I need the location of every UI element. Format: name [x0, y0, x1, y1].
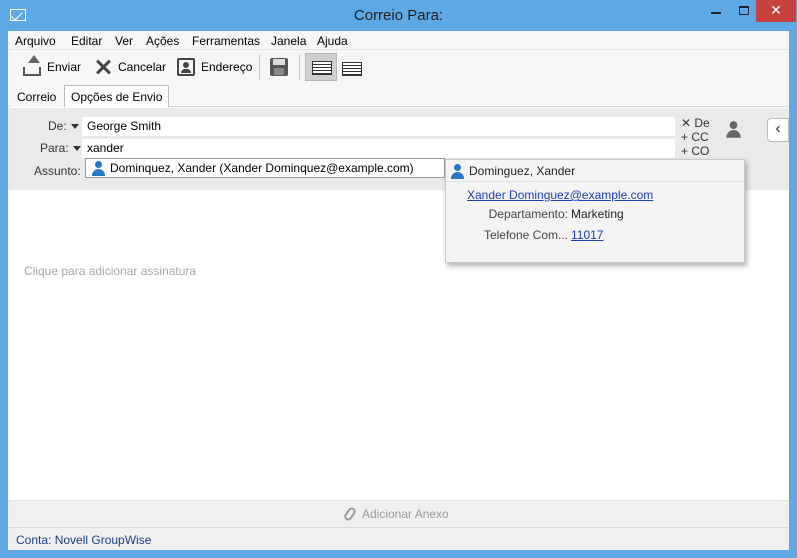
dept-value: Marketing	[571, 207, 624, 221]
menu-editar[interactable]: Editar	[71, 34, 102, 48]
suggestion-text: Dominquez, Xander (Xander Dominquez@exam…	[110, 161, 414, 175]
from-label[interactable]: De:	[48, 119, 79, 133]
view-mode-button-1[interactable]	[305, 53, 337, 81]
menu-arquivo[interactable]: Arquivo	[15, 34, 56, 48]
attachment-bar: Adicionar Anexo	[8, 500, 789, 527]
phone-label: Telefone Com...	[483, 228, 568, 242]
address-label: Endereço	[201, 60, 253, 74]
chevron-down-icon	[72, 146, 81, 152]
save-icon[interactable]	[270, 58, 288, 76]
autocomplete-suggestion[interactable]: Dominquez, Xander (Xander Dominquez@exam…	[85, 158, 445, 178]
status-bar: Conta: Novell GroupWise	[8, 527, 789, 550]
add-attachment-button[interactable]: Adicionar Anexo	[342, 505, 449, 523]
compose-window: Correio Para: ✕ Arquivo Editar Ver Ações…	[0, 0, 797, 558]
title-bar[interactable]: Correio Para: ✕	[0, 0, 797, 31]
menu-ferramentas[interactable]: Ferramentas	[192, 34, 260, 48]
address-book-icon	[177, 58, 195, 76]
to-label-text: Para:	[40, 141, 69, 155]
collapse-panel-button[interactable]: ‹	[767, 118, 789, 142]
menu-ajuda[interactable]: Ajuda	[317, 34, 348, 48]
person-icon	[90, 160, 106, 176]
recipient-type-co[interactable]: + CO	[681, 144, 709, 158]
send-button[interactable]: Enviar	[23, 54, 82, 78]
account-status: Conta: Novell GroupWise	[16, 533, 152, 547]
recipient-type-co-label: CO	[691, 144, 710, 158]
popup-header: Dominguez, Xander	[446, 160, 744, 182]
minimize-icon	[710, 12, 721, 14]
tab-correio[interactable]: Correio	[10, 85, 64, 107]
message-view-icon	[312, 61, 332, 75]
from-field[interactable]: George Smith	[82, 117, 675, 136]
maximize-icon	[738, 6, 749, 15]
menu-bar: Arquivo Editar Ver Ações Ferramentas Jan…	[8, 31, 789, 50]
toolbar: Enviar Cancelar Endereço	[8, 50, 789, 83]
close-button[interactable]: ✕	[756, 0, 796, 22]
popup-name: Dominguez, Xander	[469, 163, 576, 178]
recipient-type-de[interactable]: ✕ De	[681, 116, 710, 130]
cancel-label: Cancelar	[118, 60, 167, 74]
popup-email-link[interactable]: Xander Dominguez@example.com	[467, 188, 653, 202]
chevron-down-icon	[70, 124, 79, 130]
send-label: Enviar	[47, 60, 82, 74]
add-attachment-label: Adicionar Anexo	[362, 507, 449, 521]
maximize-button[interactable]	[730, 0, 757, 22]
toolbar-separator	[259, 54, 260, 80]
subject-label: Assunto:	[34, 164, 81, 178]
from-label-text: De:	[48, 119, 67, 133]
menu-acoes[interactable]: Ações	[146, 34, 179, 48]
toolbar-separator	[299, 54, 300, 80]
paperclip-icon	[342, 505, 358, 523]
plain-view-icon[interactable]	[342, 62, 362, 76]
menu-ver[interactable]: Ver	[115, 34, 133, 48]
contact-popup: Dominguez, Xander Xander Dominguez@examp…	[445, 159, 745, 263]
address-button[interactable]: Endereço	[177, 56, 252, 78]
tab-bar: Correio Opções de Envio	[8, 83, 789, 107]
contact-icon[interactable]	[724, 120, 742, 138]
send-icon	[23, 54, 41, 76]
person-icon	[449, 163, 465, 179]
phone-link[interactable]: 11017	[571, 228, 603, 242]
minimize-button[interactable]	[702, 0, 729, 22]
to-field[interactable]: xander	[82, 139, 675, 158]
dept-label: Departamento:	[488, 207, 568, 221]
cancel-button[interactable]: Cancelar	[94, 56, 166, 78]
tab-opcoes-envio[interactable]: Opções de Envio	[64, 85, 170, 107]
recipient-type-cc[interactable]: + CC	[681, 130, 709, 144]
chevron-left-icon: ‹	[775, 120, 781, 137]
client-area: Arquivo Editar Ver Ações Ferramentas Jan…	[8, 31, 789, 550]
cancel-icon	[94, 58, 112, 76]
window-title: Correio Para:	[353, 7, 444, 24]
to-label[interactable]: Para:	[40, 141, 81, 155]
menu-janela[interactable]: Janela	[271, 34, 306, 48]
recipient-type-cc-label: CC	[691, 130, 709, 144]
close-icon: ✕	[770, 2, 782, 18]
signature-placeholder[interactable]: Clique para adicionar assinatura	[24, 264, 196, 278]
recipient-type-de-label: De	[694, 116, 710, 130]
